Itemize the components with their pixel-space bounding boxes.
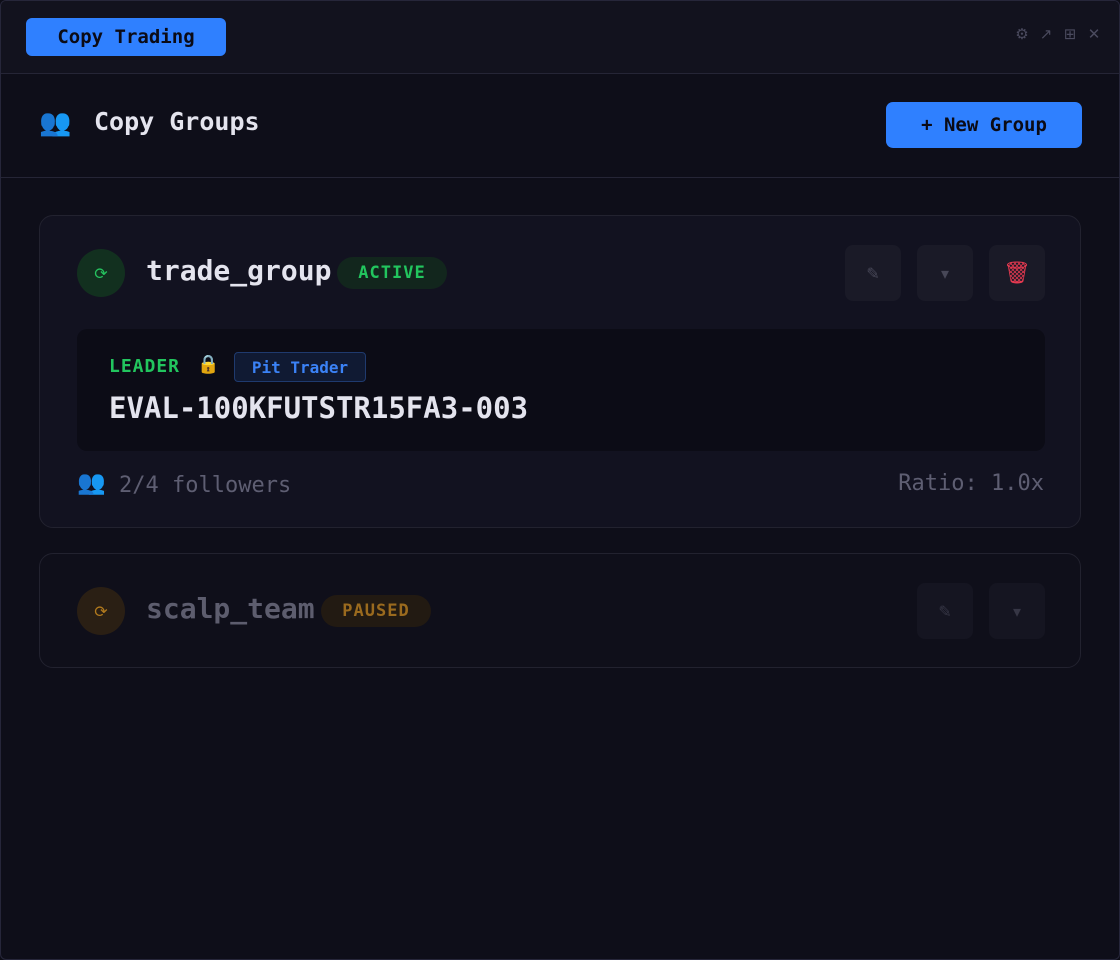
lock-icon: 🔒 <box>197 354 220 375</box>
sync-icon: ⟳ <box>77 249 125 297</box>
group-name: trade_group <box>146 254 332 287</box>
chevron-down-icon: ▾ <box>1012 601 1022 621</box>
app-window: Copy Trading ⚙ ↗ ⊞ ✕ 👥 Copy Groups + New… <box>0 0 1120 960</box>
page-header: 👥 Copy Groups + New Group <box>1 74 1119 178</box>
delete-button[interactable]: 🗑 <box>989 245 1045 301</box>
leader-account-id: EVAL-100KFUTSTR15FA3-003 <box>109 391 529 425</box>
new-group-button[interactable]: + New Group <box>886 102 1082 148</box>
account-type-tag: Pit Trader <box>234 352 366 382</box>
leader-label: LEADER <box>109 356 181 377</box>
expand-button[interactable]: ▾ <box>989 583 1045 639</box>
pencil-icon: ✎ <box>938 601 952 621</box>
people-icon: 👥 <box>77 470 106 496</box>
edit-button[interactable]: ✎ <box>917 583 973 639</box>
chevron-down-icon: ▾ <box>940 263 950 283</box>
pencil-icon: ✎ <box>866 263 880 283</box>
copy-ratio: Ratio: 1.0x <box>898 471 1044 496</box>
sync-icon: ⟳ <box>77 587 125 635</box>
people-icon: 👥 <box>39 108 72 138</box>
edit-button[interactable]: ✎ <box>845 245 901 301</box>
followers-count: 2/4 followers <box>119 473 292 498</box>
expand-button[interactable]: ▾ <box>917 245 973 301</box>
grid-icon[interactable]: ⊞ <box>1063 25 1077 43</box>
group-card-trade-group[interactable]: ⟳ trade_group ACTIVE ✎ ▾ 🗑 LEADER 🔒 Pit … <box>39 215 1081 528</box>
status-badge: PAUSED <box>321 595 431 627</box>
page-title: Copy Groups <box>94 107 260 136</box>
close-icon[interactable]: ✕ <box>1087 25 1101 43</box>
window-controls: ⚙ ↗ ⊞ ✕ <box>1015 25 1101 43</box>
leader-panel: LEADER 🔒 Pit Trader EVAL-100KFUTSTR15FA3… <box>77 329 1045 451</box>
trash-icon: 🗑 <box>1003 260 1031 286</box>
group-card-scalp-team[interactable]: ⟳ scalp_team PAUSED ✎ ▾ <box>39 553 1081 668</box>
gear-icon[interactable]: ⚙ <box>1015 25 1029 43</box>
title-bar: Copy Trading ⚙ ↗ ⊞ ✕ <box>1 1 1119 74</box>
group-name: scalp_team <box>146 592 315 625</box>
tab-copy-trading[interactable]: Copy Trading <box>26 18 226 56</box>
popout-icon[interactable]: ↗ <box>1039 25 1053 43</box>
status-badge: ACTIVE <box>337 257 447 289</box>
